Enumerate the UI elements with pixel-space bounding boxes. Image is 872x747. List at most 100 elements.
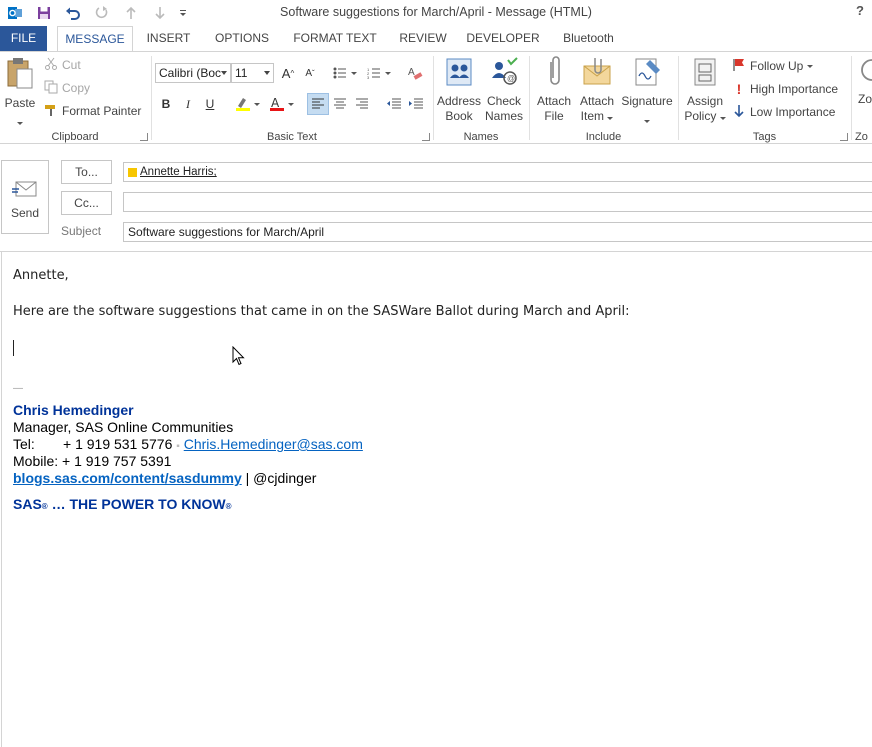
to-field[interactable]: Annette Harris; <box>123 162 872 182</box>
attach-file-button[interactable]: Attach File <box>533 56 575 124</box>
basic-text-dialog-launcher[interactable] <box>422 133 430 141</box>
paperclip-icon <box>533 56 575 92</box>
signature-tagline: SAS® … THE POWER TO KNOW® <box>13 496 231 512</box>
align-right-icon[interactable] <box>351 93 373 115</box>
tab-bluetooth[interactable]: Bluetooth <box>552 26 625 51</box>
subject-label: Subject <box>61 224 102 238</box>
paste-button[interactable]: Paste <box>2 56 38 129</box>
check-names-button[interactable]: @ Check Names <box>482 56 526 124</box>
signature-email-link[interactable]: Chris.Hemedinger@sas.com <box>184 436 363 452</box>
recipient-chip[interactable]: Annette Harris; <box>128 163 217 181</box>
names-group: Address Book @ Check Names Names <box>434 52 528 144</box>
align-left-icon[interactable] <box>307 93 329 115</box>
paste-icon <box>2 56 38 94</box>
down-arrow-icon[interactable] <box>145 0 174 26</box>
tags-dialog-launcher[interactable] <box>840 133 848 141</box>
cc-field[interactable] <box>123 192 872 212</box>
follow-up-button[interactable]: Follow Up <box>732 56 813 76</box>
numbering-icon[interactable]: 123 <box>364 62 394 84</box>
font-name-combo[interactable]: Calibri (Boc <box>155 63 231 83</box>
undo-icon[interactable] <box>58 0 87 26</box>
copy-icon <box>44 80 58 97</box>
ribbon-tabs: FILE MESSAGE INSERT OPTIONS FORMAT TEXT … <box>0 26 872 52</box>
signature-tel: + 1 919 531 5776 <box>63 436 173 452</box>
names-group-label: Names <box>463 131 499 143</box>
assign-policy-label-1: Assign <box>686 94 724 108</box>
low-importance-button[interactable]: Low Importance <box>732 102 835 122</box>
tab-message[interactable]: MESSAGE <box>57 26 133 52</box>
redo-icon[interactable] <box>87 0 116 26</box>
signature-name: Chris Hemedinger <box>13 402 134 418</box>
underline-icon[interactable]: U <box>199 93 221 115</box>
tab-format-text[interactable]: FORMAT TEXT <box>285 26 385 51</box>
high-importance-button[interactable]: ! High Importance <box>732 79 838 99</box>
send-button[interactable]: Send <box>1 160 49 234</box>
shrink-font-icon[interactable]: Aˇ <box>299 62 321 84</box>
svg-text:@: @ <box>507 74 515 83</box>
customize-qat-icon[interactable] <box>174 0 192 26</box>
svg-text:3: 3 <box>367 75 370 79</box>
tab-file[interactable]: FILE <box>0 26 47 51</box>
font-name-value: Calibri (Boc <box>159 66 222 80</box>
zoom-group-label: Zo <box>855 131 868 143</box>
clipboard-group: Paste Cut Copy Format Painter Clipboard <box>0 52 150 144</box>
signature-dropdown-icon <box>619 112 675 127</box>
svg-text:A: A <box>271 96 280 110</box>
decrease-indent-icon[interactable] <box>383 93 405 115</box>
clipboard-dialog-launcher[interactable] <box>140 133 148 141</box>
increase-indent-icon[interactable] <box>405 93 427 115</box>
signature-mobile: Mobile: + 1 919 757 5391 <box>13 453 172 469</box>
up-arrow-icon[interactable] <box>116 0 145 26</box>
highlight-icon[interactable] <box>231 93 263 115</box>
italic-icon[interactable]: I <box>177 93 199 115</box>
cut-button[interactable]: Cut <box>44 55 81 75</box>
signature-blog-line: blogs.sas.com/content/sasdummy | @cjding… <box>13 470 316 486</box>
signature-phone-line: Tel: + 1 919 531 5776 ▪ Chris.Hemedinger@… <box>13 436 363 452</box>
tagline-sas: SAS <box>13 496 42 512</box>
format-painter-label: Format Painter <box>62 104 142 118</box>
body-line-1: Here are the software suggestions that c… <box>13 304 630 319</box>
font-color-icon[interactable]: A <box>265 93 297 115</box>
tags-group-label: Tags <box>752 131 777 143</box>
align-center-icon[interactable] <box>329 93 351 115</box>
text-caret <box>13 340 14 356</box>
clear-formatting-icon[interactable]: A <box>404 62 426 84</box>
send-icon <box>2 179 48 202</box>
zoom-button[interactable]: Zo <box>858 56 872 107</box>
signature-title: Manager, SAS Online Communities <box>13 419 234 435</box>
attach-item-icon <box>575 56 619 92</box>
save-icon[interactable] <box>29 0 58 26</box>
bold-icon[interactable]: B <box>155 93 177 115</box>
help-button[interactable]: ? <box>856 3 872 21</box>
message-header: Send To... Annette Harris; Cc... Subject… <box>0 144 872 252</box>
format-painter-button[interactable]: Format Painter <box>44 101 141 121</box>
tags-group: Assign Policy Follow Up ! High Importanc… <box>679 52 850 144</box>
exclamation-icon: ! <box>736 81 742 97</box>
address-book-button[interactable]: Address Book <box>436 56 482 124</box>
cc-button[interactable]: Cc... <box>61 191 112 215</box>
follow-up-label: Follow Up <box>750 59 804 73</box>
to-button[interactable]: To... <box>61 160 112 184</box>
tab-developer[interactable]: DEVELOPER <box>462 26 544 51</box>
tab-insert[interactable]: INSERT <box>140 26 197 51</box>
cut-label: Cut <box>62 58 81 72</box>
signature-icon <box>619 56 675 92</box>
outlook-icon[interactable] <box>0 0 29 26</box>
font-size-value: 11 <box>235 66 248 80</box>
low-importance-label: Low Importance <box>750 105 836 119</box>
signature-tel-label: Tel: <box>13 436 35 452</box>
font-size-combo[interactable]: 11 <box>231 63 274 83</box>
subject-field[interactable]: Software suggestions for March/April <box>123 222 872 242</box>
signature-blog-link[interactable]: blogs.sas.com/content/sasdummy <box>13 470 242 486</box>
bullets-icon[interactable] <box>330 62 360 84</box>
grow-font-icon[interactable]: A ^ <box>277 62 299 84</box>
attach-item-button[interactable]: Attach Item <box>575 56 619 124</box>
tab-review[interactable]: REVIEW <box>393 26 453 51</box>
assign-policy-button[interactable]: Assign Policy <box>681 56 729 124</box>
message-body[interactable]: Annette, Here are the software suggestio… <box>1 252 872 747</box>
tab-options[interactable]: OPTIONS <box>206 26 278 51</box>
signature-button[interactable]: Signature <box>619 56 675 127</box>
greeting-text: Annette, <box>13 268 69 283</box>
copy-button[interactable]: Copy <box>44 78 90 98</box>
paste-label: Paste <box>4 96 36 110</box>
